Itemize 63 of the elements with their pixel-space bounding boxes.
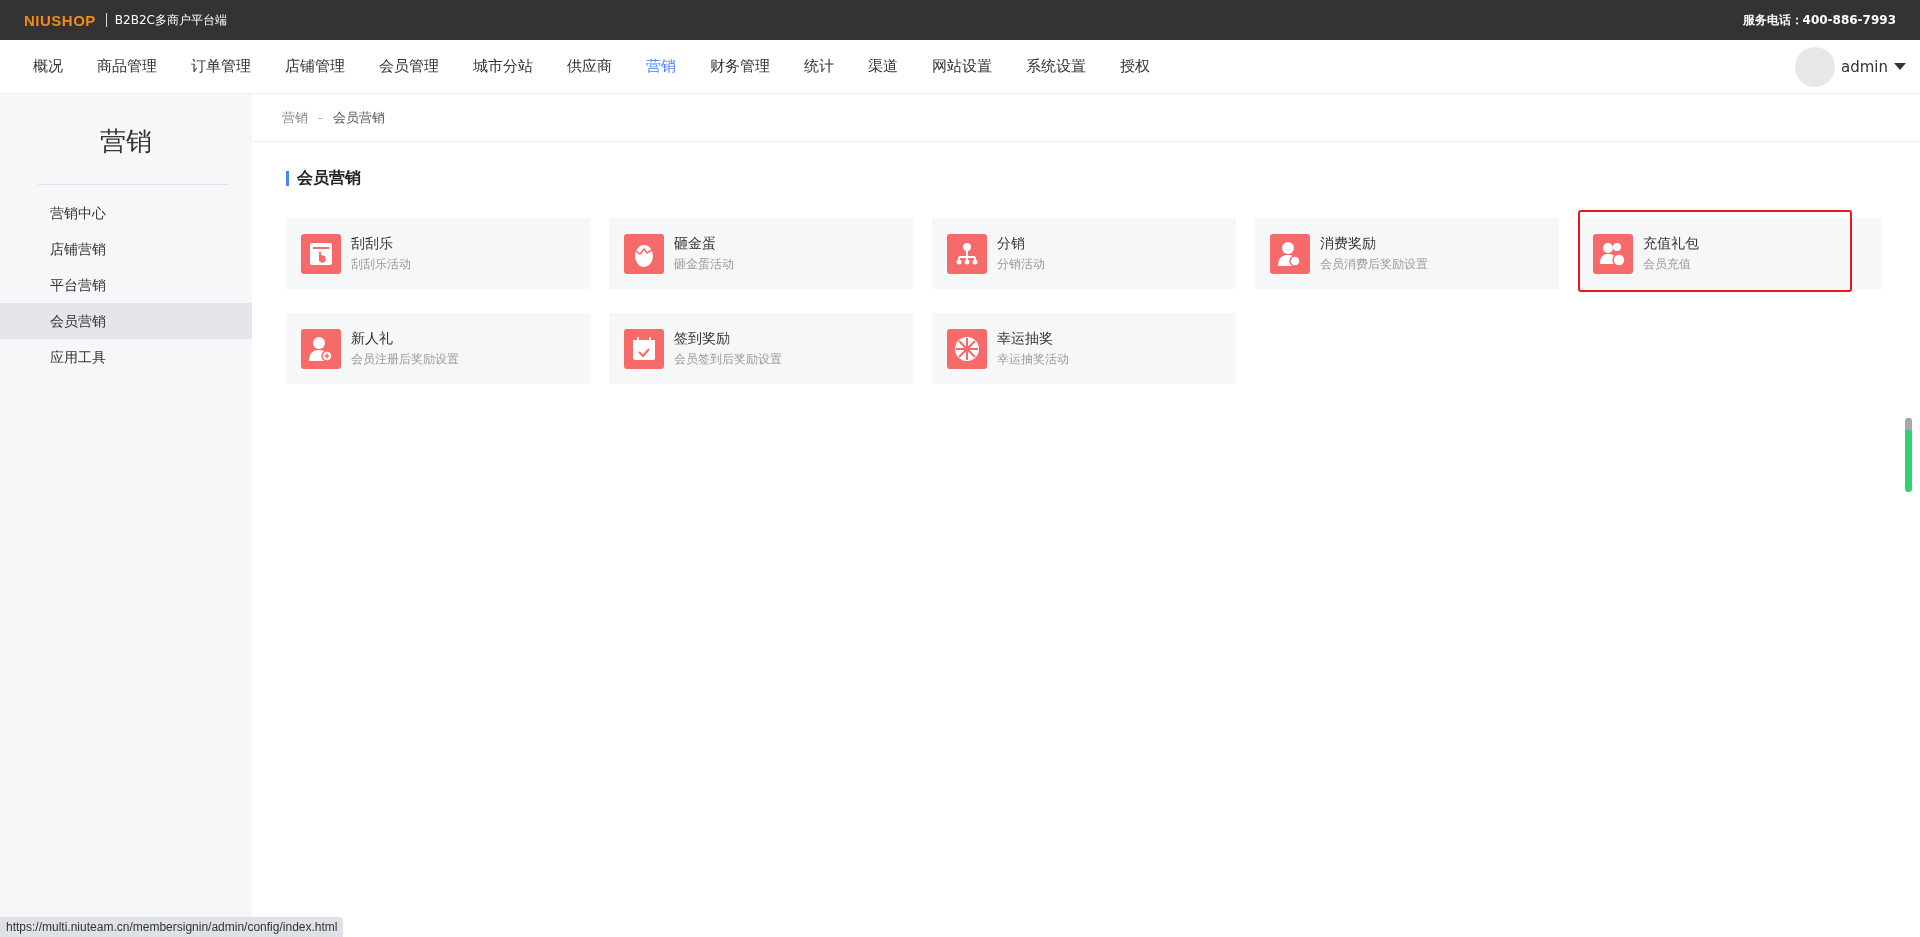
user-name[interactable]: admin	[1841, 57, 1888, 76]
service-phone: 服务电话：400-886-7993	[1742, 11, 1896, 29]
egg-icon	[624, 233, 664, 274]
card-title: 新人礼	[351, 329, 394, 348]
card-description: 会员充值	[1643, 255, 1692, 273]
nav-tab[interactable]: 订单管理	[174, 57, 268, 76]
nav-tab[interactable]: 商品管理	[80, 57, 174, 76]
wheel-icon	[947, 328, 987, 369]
card-description: 刮刮乐活动	[351, 255, 411, 273]
feature-card[interactable]: 消费奖励 会员消费后奖励设置	[1255, 218, 1559, 289]
feature-card[interactable]: 签到奖励 会员签到后奖励设置	[609, 313, 913, 384]
platform-subtitle: B2B2C多商户平台端	[114, 11, 227, 29]
calendar-check-icon	[624, 328, 664, 369]
card-description: 分销活动	[997, 255, 1045, 273]
nav-tab[interactable]: 供应商	[550, 57, 629, 76]
feature-card[interactable]: 砸金蛋 砸金蛋活动	[609, 218, 913, 289]
feature-card[interactable]: 分销 分销活动	[932, 218, 1236, 289]
nav-tab[interactable]: 营销	[629, 57, 693, 76]
breadcrumb-current: 会员营销	[332, 108, 385, 127]
scratch-card-icon	[301, 233, 341, 274]
sidebar-title: 营销	[99, 125, 153, 158]
person-coin-icon	[1270, 233, 1310, 274]
logo[interactable]: NIUSHOP	[24, 11, 96, 29]
card-title: 分销	[997, 234, 1026, 253]
status-url: https://multi.niuteam.cn/membersignin/admin/config/index.html	[0, 917, 344, 937]
card-title: 刮刮乐	[351, 234, 394, 253]
card-description: 幸运抽奖活动	[997, 350, 1069, 368]
feature-card[interactable]: 新人礼 会员注册后奖励设置	[286, 313, 590, 384]
nav-tab[interactable]: 财务管理	[693, 57, 787, 76]
accent-bar	[286, 171, 289, 186]
breadcrumb-separator: -	[318, 110, 323, 125]
card-description: 砸金蛋活动	[674, 255, 734, 273]
nav-tab[interactable]: 统计	[787, 57, 851, 76]
breadcrumb-link[interactable]: 营销	[282, 108, 308, 127]
card-title: 消费奖励	[1320, 234, 1377, 253]
sidebar-item[interactable]: 会员营销	[0, 303, 252, 339]
sidebar-item[interactable]: 店铺营销	[0, 231, 252, 267]
card-title: 幸运抽奖	[997, 329, 1054, 348]
feature-card[interactable]: 充值礼包 会员充值	[1578, 218, 1882, 289]
nav-tab[interactable]: 渠道	[851, 57, 915, 76]
section-title: 会员营销	[297, 168, 361, 189]
nav-tab[interactable]: 会员管理	[362, 57, 456, 76]
caret-icon[interactable]	[1894, 63, 1906, 70]
sidebar-item[interactable]: 应用工具	[0, 339, 252, 375]
person-add-icon	[301, 328, 341, 369]
nav-tab[interactable]: 网站设置	[915, 57, 1009, 76]
nav-tab[interactable]: 授权	[1103, 57, 1167, 76]
card-title: 充值礼包	[1643, 234, 1699, 253]
nav-tab[interactable]: 城市分站	[456, 57, 550, 76]
network-icon	[947, 233, 987, 274]
people-coin-icon	[1593, 233, 1633, 274]
feature-card[interactable]: 幸运抽奖 幸运抽奖活动	[932, 313, 1236, 384]
sidebar-item[interactable]: 平台营销	[0, 267, 252, 303]
nav-tab[interactable]: 概况	[16, 57, 80, 76]
card-title: 签到奖励	[674, 329, 731, 348]
sidebar-item[interactable]: 营销中心	[0, 195, 252, 231]
nav-tab[interactable]: 店铺管理	[268, 57, 362, 76]
card-title: 砸金蛋	[674, 234, 717, 253]
nav-tab[interactable]: 系统设置	[1009, 57, 1103, 76]
card-description: 会员消费后奖励设置	[1320, 255, 1428, 273]
card-description: 会员注册后奖励设置	[351, 350, 459, 368]
feature-card[interactable]: 刮刮乐 刮刮乐活动	[286, 218, 590, 289]
card-description: 会员签到后奖励设置	[674, 350, 782, 368]
